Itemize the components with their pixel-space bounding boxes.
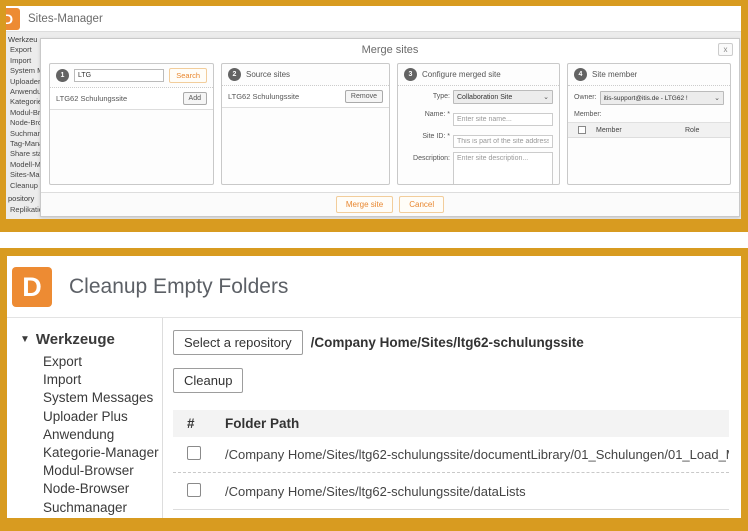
- section-configure-merged-site: 3 Configure merged site Type: Collaborat…: [397, 63, 560, 185]
- search-result-row: LTG62 Schulungssite Add: [50, 88, 213, 110]
- chevron-down-icon: ⌄: [543, 93, 549, 101]
- merge-sites-dialog: Merge sites x 1 Search LTG62: [40, 38, 740, 217]
- sites-manager-window: D Sites-Manager Werkzeu Export Import Sy…: [6, 6, 741, 219]
- sidebar-item-export[interactable]: Export: [20, 353, 162, 371]
- repository-path: /Company Home/Sites/ltg62-schulungssite: [311, 335, 584, 350]
- sidebar-item-import[interactable]: Import: [20, 371, 162, 389]
- row-checkbox[interactable]: [187, 483, 201, 497]
- dialog-footer: Merge site Cancel: [41, 192, 739, 216]
- merge-site-button[interactable]: Merge site: [336, 196, 393, 213]
- type-row: Type: Collaboration Site ⌄: [398, 90, 553, 104]
- sidebar-item-kategorie-manager[interactable]: Kategorie-Manager: [20, 444, 162, 462]
- sidebar-header-label: Werkzeuge: [36, 331, 115, 348]
- member-table-header: Member Role: [568, 122, 730, 138]
- description-field[interactable]: [453, 152, 553, 185]
- owner-select[interactable]: itis-support@itis.de - LTG62 ! ⌄: [600, 91, 724, 105]
- app-logo-icon: D: [6, 8, 20, 30]
- type-select-value: Collaboration Site: [457, 94, 512, 101]
- folder-table-header: # Folder Path: [173, 410, 729, 437]
- main-content: Select a repository /Company Home/Sites/…: [163, 318, 741, 518]
- name-field[interactable]: [453, 113, 553, 126]
- sites-manager-panel: D Sites-Manager Werkzeu Export Import Sy…: [0, 0, 748, 232]
- table-row: /Company Home/Sites/ltg62-schulungssite/…: [173, 473, 729, 509]
- source-site-row: LTG62 Schulungssite Remove: [222, 86, 389, 108]
- source-site-label: LTG62 Schulungssite: [228, 92, 299, 101]
- dialog-title: Merge sites: [41, 39, 739, 56]
- section-search-sites: 1 Search LTG62 Schulungssite Add: [49, 63, 214, 185]
- step-1-badge: 1: [56, 69, 69, 82]
- site-id-row: Site ID: *: [398, 130, 553, 148]
- search-button[interactable]: Search: [169, 68, 207, 83]
- type-select[interactable]: Collaboration Site ⌄: [453, 90, 553, 104]
- site-id-label: Site ID: *: [398, 130, 450, 148]
- folder-table: # Folder Path /Company Home/Sites/ltg62-…: [173, 410, 729, 510]
- cleanup-button[interactable]: Cleanup: [173, 368, 243, 393]
- owner-select-value: itis-support@itis.de - LTG62 !: [604, 95, 688, 102]
- page-title: Cleanup Empty Folders: [69, 275, 288, 299]
- type-label: Type:: [398, 90, 450, 104]
- page-header: D Cleanup Empty Folders: [7, 256, 741, 318]
- window-title: Sites-Manager: [28, 13, 103, 25]
- select-repository-button[interactable]: Select a repository: [173, 330, 303, 355]
- table-row: /Company Home/Sites/ltg62-schulungssite/…: [173, 437, 729, 473]
- collapse-triangle-icon: ▼: [20, 334, 30, 345]
- role-column-header: Role: [685, 127, 730, 134]
- sidebar-item-system-messages[interactable]: System Messages: [20, 389, 162, 407]
- close-icon[interactable]: x: [718, 43, 733, 56]
- app-logo-icon: D: [12, 267, 52, 307]
- owner-label: Owner:: [574, 91, 597, 105]
- section-source-sites: 2 Source sites LTG62 Schulungssite Remov…: [221, 63, 390, 185]
- sidebar-header-nutzer[interactable]: nutzer un: [8, 218, 52, 219]
- section3-title: Configure merged site: [422, 70, 501, 79]
- remove-button[interactable]: Remove: [345, 90, 383, 103]
- row-checkbox[interactable]: [187, 446, 201, 460]
- step-3-badge: 3: [404, 68, 417, 81]
- section3-header: 3 Configure merged site: [398, 64, 559, 86]
- section4-header: 4 Site member: [568, 64, 730, 86]
- titlebar: D Sites-Manager: [6, 6, 741, 32]
- chevron-down-icon: ⌄: [714, 94, 720, 102]
- description-label: Description:: [398, 152, 450, 185]
- name-label: Name: *: [398, 108, 450, 126]
- search-result-label: LTG62 Schulungssite: [56, 94, 127, 103]
- section2-title: Source sites: [246, 70, 290, 79]
- add-button[interactable]: Add: [183, 92, 207, 105]
- section-site-member: 4 Site member Owner: itis-support@itis.d…: [567, 63, 731, 185]
- section1-header: 1 Search: [50, 64, 213, 88]
- screenshot-stage: D Sites-Manager Werkzeu Export Import Sy…: [0, 0, 748, 531]
- sidebar-item-node-browser[interactable]: Node-Browser: [20, 480, 162, 498]
- sidebar-item-anwendung[interactable]: Anwendung: [20, 426, 162, 444]
- sidebar-header-werkzeuge[interactable]: ▼ Werkzeuge: [20, 331, 162, 348]
- number-column-header: #: [173, 416, 225, 431]
- window-body: Werkzeu Export Import System Me Uploader…: [6, 32, 741, 219]
- folder-path-column-header: Folder Path: [225, 416, 729, 431]
- sidebar-item-suchmanager[interactable]: Suchmanager: [20, 499, 162, 517]
- folder-path-cell: /Company Home/Sites/ltg62-schulungssite/…: [225, 447, 729, 462]
- section2-header: 2 Source sites: [222, 64, 389, 86]
- site-search-input[interactable]: [74, 69, 164, 82]
- cleanup-empty-folders-panel: D Cleanup Empty Folders ▼ Werkzeuge Expo…: [0, 248, 748, 531]
- description-row: Description:: [398, 152, 553, 185]
- sidebar-item-modul-browser[interactable]: Modul-Browser: [20, 462, 162, 480]
- owner-row: Owner: itis-support@itis.de - LTG62 ! ⌄: [574, 91, 724, 105]
- tools-sidebar: ▼ Werkzeuge Export Import System Message…: [7, 318, 163, 518]
- select-all-checkbox[interactable]: [578, 126, 586, 134]
- page-body: ▼ Werkzeuge Export Import System Message…: [7, 318, 741, 518]
- section4-title: Site member: [592, 70, 637, 79]
- member-label: Member:: [574, 111, 724, 118]
- step-4-badge: 4: [574, 68, 587, 81]
- sidebar-item-tag-manager[interactable]: Tag-Manager: [20, 517, 162, 518]
- cleanup-window: D Cleanup Empty Folders ▼ Werkzeuge Expo…: [7, 256, 741, 518]
- cleanup-row: Cleanup: [173, 368, 729, 393]
- cancel-button[interactable]: Cancel: [399, 196, 444, 213]
- folder-path-cell: /Company Home/Sites/ltg62-schulungssite/…: [225, 484, 729, 499]
- site-id-field[interactable]: [453, 135, 553, 148]
- name-row: Name: *: [398, 108, 553, 126]
- repository-row: Select a repository /Company Home/Sites/…: [173, 330, 729, 355]
- dialog-sections: 1 Search LTG62 Schulungssite Add: [41, 60, 739, 185]
- member-column-header: Member: [596, 127, 685, 134]
- dialog-header: Merge sites x: [41, 39, 739, 60]
- sidebar-item-uploader-plus[interactable]: Uploader Plus: [20, 408, 162, 426]
- step-2-badge: 2: [228, 68, 241, 81]
